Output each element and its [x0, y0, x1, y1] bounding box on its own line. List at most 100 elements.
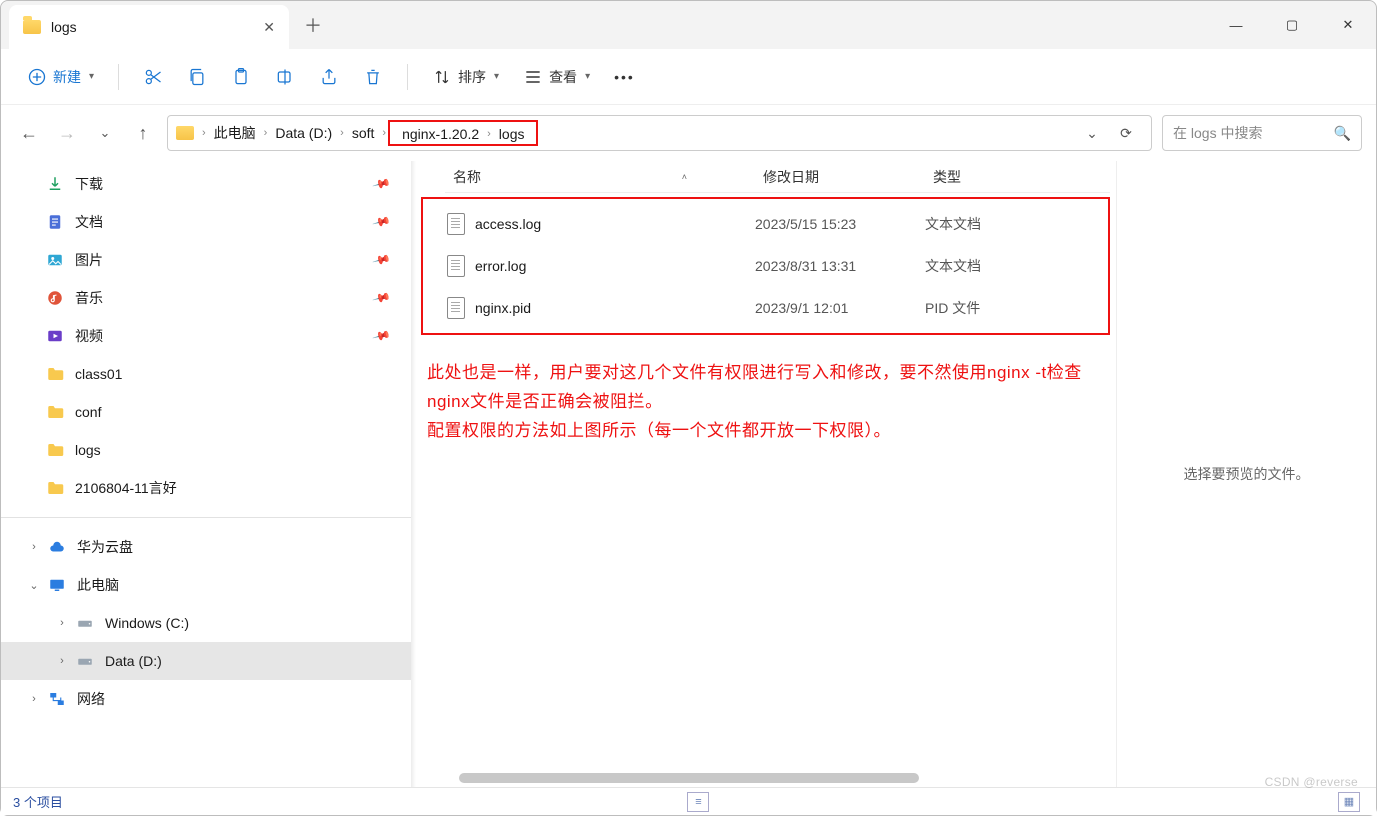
file-row[interactable]: nginx.pid2023/9/1 12:01PID 文件 — [423, 287, 1108, 329]
tab-logs[interactable]: logs ✕ — [9, 5, 289, 49]
tree-expand-icon[interactable]: › — [53, 655, 71, 667]
sidebar-item-label: 音乐 — [75, 288, 103, 308]
crumb-soft[interactable]: soft — [346, 125, 381, 141]
search-placeholder: 在 logs 中搜索 — [1173, 123, 1262, 143]
sidebar-tree-网络[interactable]: › 网络 — [1, 680, 411, 718]
details-view-button[interactable]: ≡ — [687, 792, 709, 812]
chevron-right-icon: › — [200, 127, 208, 139]
up-button[interactable]: ↑ — [129, 123, 157, 144]
maximize-button[interactable]: ▢ — [1264, 1, 1320, 49]
sidebar-quick-文档[interactable]: 文档 📌 — [1, 203, 411, 241]
chevron-right-icon: › — [262, 127, 270, 139]
copy-icon — [187, 67, 207, 87]
crumb-logs[interactable]: logs — [493, 126, 531, 142]
file-type: 文本文档 — [925, 256, 981, 276]
delete-button[interactable] — [355, 61, 391, 93]
recent-dropdown[interactable]: ⌄ — [91, 125, 119, 141]
sidebar-quick-class01[interactable]: class01 — [1, 355, 411, 393]
breadcrumb[interactable]: › 此电脑 › Data (D:) › soft › nginx-1.20.2 … — [167, 115, 1152, 151]
tree-expand-icon[interactable]: ⌄ — [25, 579, 43, 592]
sidebar-item-label: 文档 — [75, 212, 103, 232]
file-type: 文本文档 — [925, 214, 981, 234]
search-input[interactable]: 在 logs 中搜索 🔍 — [1162, 115, 1362, 151]
col-date[interactable]: 修改日期 — [755, 167, 925, 187]
sidebar-item-label: class01 — [75, 366, 122, 382]
share-icon — [319, 67, 339, 87]
crumb-nginx[interactable]: nginx-1.20.2 — [396, 126, 485, 142]
crumb-drive[interactable]: Data (D:) — [269, 125, 338, 141]
sidebar-tree-华为云盘[interactable]: ›华为云盘 — [1, 528, 411, 566]
file-row[interactable]: access.log2023/5/15 15:23文本文档 — [423, 203, 1108, 245]
sidebar-tree-此电脑[interactable]: ⌄此电脑 — [1, 566, 411, 604]
file-icon — [447, 297, 465, 319]
pin-icon: 📌 — [372, 250, 392, 270]
chevron-right-icon: › — [485, 128, 493, 140]
cut-button[interactable] — [135, 61, 171, 93]
sidebar-quick-图片[interactable]: 图片📌 — [1, 241, 411, 279]
col-type[interactable]: 类型 — [925, 167, 1110, 187]
column-headers: 名称˄ 修改日期 类型 — [445, 161, 1110, 193]
chevron-down-icon: ▾ — [585, 71, 590, 82]
close-window-button[interactable]: ✕ — [1320, 1, 1376, 49]
pin-icon: 📌 — [372, 326, 392, 346]
sort-icon — [432, 67, 452, 87]
sidebar-item-label: 视频 — [75, 326, 103, 346]
tree-expand-icon[interactable]: › — [25, 693, 43, 705]
new-label: 新建 — [53, 67, 81, 87]
sort-label: 排序 — [458, 67, 486, 87]
preview-pane: 选择要预览的文件。 — [1116, 161, 1376, 787]
chevron-down-icon: ▾ — [494, 71, 499, 82]
sidebar-quick-conf[interactable]: conf — [1, 393, 411, 431]
tree-expand-icon[interactable]: › — [25, 541, 43, 553]
file-row[interactable]: error.log2023/8/31 13:31文本文档 — [423, 245, 1108, 287]
folder-icon — [45, 402, 65, 422]
sidebar-item-label: conf — [75, 404, 101, 420]
breadcrumb-dropdown[interactable]: ⌄ — [1075, 125, 1109, 142]
sidebar-quick-logs[interactable]: logs — [1, 431, 411, 469]
pin-icon: 📌 — [372, 212, 392, 232]
breadcrumb-highlight: nginx-1.20.2 › logs — [388, 120, 538, 146]
crumb-pc[interactable]: 此电脑 — [208, 123, 262, 143]
cloud-icon — [47, 537, 67, 557]
back-button[interactable]: ← — [15, 123, 43, 144]
icons-view-button[interactable]: ▦ — [1338, 792, 1360, 812]
close-tab-icon[interactable]: ✕ — [263, 19, 275, 36]
new-button[interactable]: 新建 ▾ — [19, 61, 102, 93]
sidebar-tree-Data (D:)[interactable]: ›Data (D:) — [1, 642, 411, 680]
watermark: CSDN @reverse — [1265, 775, 1358, 789]
minimize-button[interactable]: — — [1208, 1, 1264, 49]
folder-icon — [45, 364, 65, 384]
horizontal-scrollbar[interactable] — [441, 771, 1108, 785]
scrollbar-thumb[interactable] — [459, 773, 919, 783]
list-icon — [523, 67, 543, 87]
paste-button[interactable] — [223, 61, 259, 93]
main-area: 下载📌文档📌图片📌音乐📌视频📌class01conflogs2106804-11… — [1, 161, 1376, 787]
sidebar-item-label: 网络 — [77, 689, 105, 709]
folder-icon — [23, 20, 41, 34]
sidebar-quick-视频[interactable]: 视频 📌 — [1, 317, 411, 355]
sidebar-item-label: logs — [75, 442, 101, 458]
copy-button[interactable] — [179, 61, 215, 93]
pin-icon: 📌 — [372, 174, 392, 194]
refresh-button[interactable]: ⟳ — [1109, 125, 1143, 142]
tree-expand-icon[interactable]: › — [53, 617, 71, 629]
new-tab-button[interactable]: ＋ — [289, 1, 337, 49]
file-icon — [447, 255, 465, 277]
sidebar-item-label: Windows (C:) — [105, 615, 189, 631]
share-button[interactable] — [311, 61, 347, 93]
file-date: 2023/5/15 15:23 — [755, 216, 925, 232]
more-button[interactable]: ••• — [606, 63, 643, 91]
sidebar-tree-Windows (C:)[interactable]: › Windows (C:) — [1, 604, 411, 642]
sidebar-quick-下载[interactable]: 下载📌 — [1, 165, 411, 203]
rename-button[interactable] — [267, 61, 303, 93]
chevron-right-icon: › — [338, 127, 346, 139]
sidebar-quick-音乐[interactable]: 音乐📌 — [1, 279, 411, 317]
sort-button[interactable]: 排序 ▾ — [424, 61, 507, 93]
file-date: 2023/8/31 13:31 — [755, 258, 925, 274]
rename-icon — [275, 67, 295, 87]
sidebar-quick-2106804-11言好[interactable]: 2106804-11言好 — [1, 469, 411, 507]
view-button[interactable]: 查看 ▾ — [515, 61, 598, 93]
forward-button[interactable]: → — [53, 123, 81, 144]
clipboard-icon — [231, 67, 251, 87]
col-name[interactable]: 名称˄ — [445, 167, 755, 187]
